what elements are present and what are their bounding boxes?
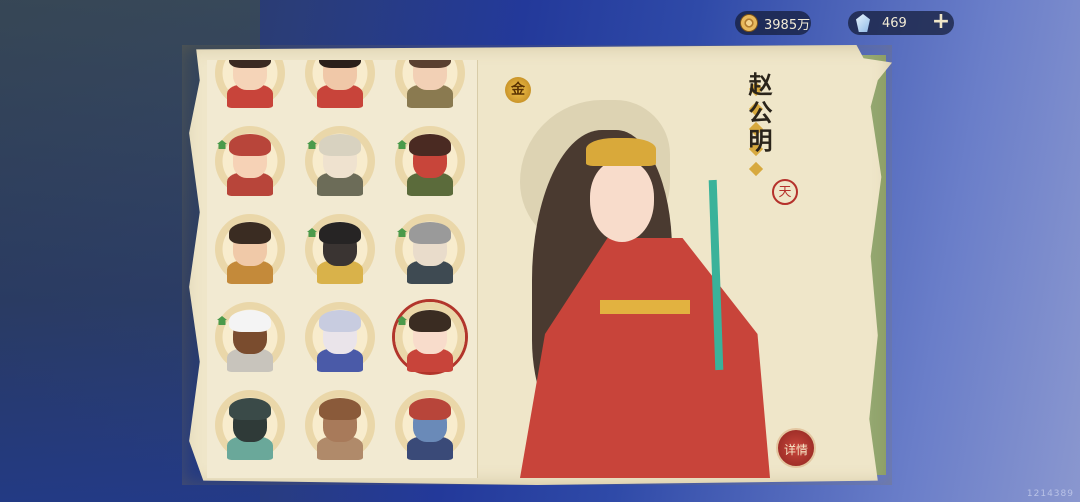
portrait-hair: [319, 60, 361, 68]
add-gems-button[interactable]: +: [930, 11, 952, 34]
portrait-hair: [409, 310, 451, 332]
coin-icon: [740, 14, 758, 32]
hero-face: [590, 160, 654, 242]
companion-portrait[interactable]: [305, 390, 375, 460]
companion-portrait[interactable]: [395, 214, 465, 284]
portrait-hair: [409, 398, 451, 420]
companion-portrait[interactable]: [305, 214, 375, 284]
coin-balance: 3985万: [735, 11, 811, 35]
companion-portrait[interactable]: [215, 60, 285, 108]
faction-seal: 天: [772, 179, 798, 205]
companion-portrait[interactable]: [215, 214, 285, 284]
hero-belt: [600, 300, 690, 314]
portrait-hair: [319, 222, 361, 244]
portrait-hair: [229, 310, 271, 332]
portrait-hair: [409, 60, 451, 68]
portrait-hair: [319, 134, 361, 156]
companion-portrait[interactable]: [395, 126, 465, 196]
star-icon: [748, 161, 764, 177]
portrait-hair: [229, 60, 271, 68]
companion-portrait[interactable]: [395, 302, 465, 372]
companion-portrait[interactable]: [395, 60, 465, 108]
portrait-hair: [319, 398, 361, 420]
portrait-hair: [229, 398, 271, 420]
portrait-hair: [229, 222, 271, 244]
roster-list[interactable]: [207, 60, 478, 478]
gem-icon: [856, 14, 870, 32]
gem-value: 469: [882, 15, 907, 31]
companion-portrait[interactable]: [215, 302, 285, 372]
companion-portrait[interactable]: [305, 126, 375, 196]
version-label: 1214389: [1026, 489, 1074, 499]
gem-balance: 469 +: [848, 11, 954, 35]
details-button[interactable]: 详情: [776, 428, 816, 468]
companion-portrait[interactable]: [215, 126, 285, 196]
companion-portrait[interactable]: [305, 60, 375, 108]
portrait-hair: [409, 134, 451, 156]
hero-name: 赵公明: [744, 72, 773, 156]
companion-portrait[interactable]: [305, 302, 375, 372]
companion-portrait[interactable]: [215, 390, 285, 460]
portrait-hair: [229, 134, 271, 156]
hero-crown: [586, 138, 656, 166]
portrait-hair: [319, 310, 361, 332]
companion-portrait[interactable]: [395, 390, 465, 460]
portrait-hair: [409, 222, 451, 244]
coin-value: 3985万: [764, 17, 811, 33]
rank-badge: 金: [505, 77, 531, 103]
